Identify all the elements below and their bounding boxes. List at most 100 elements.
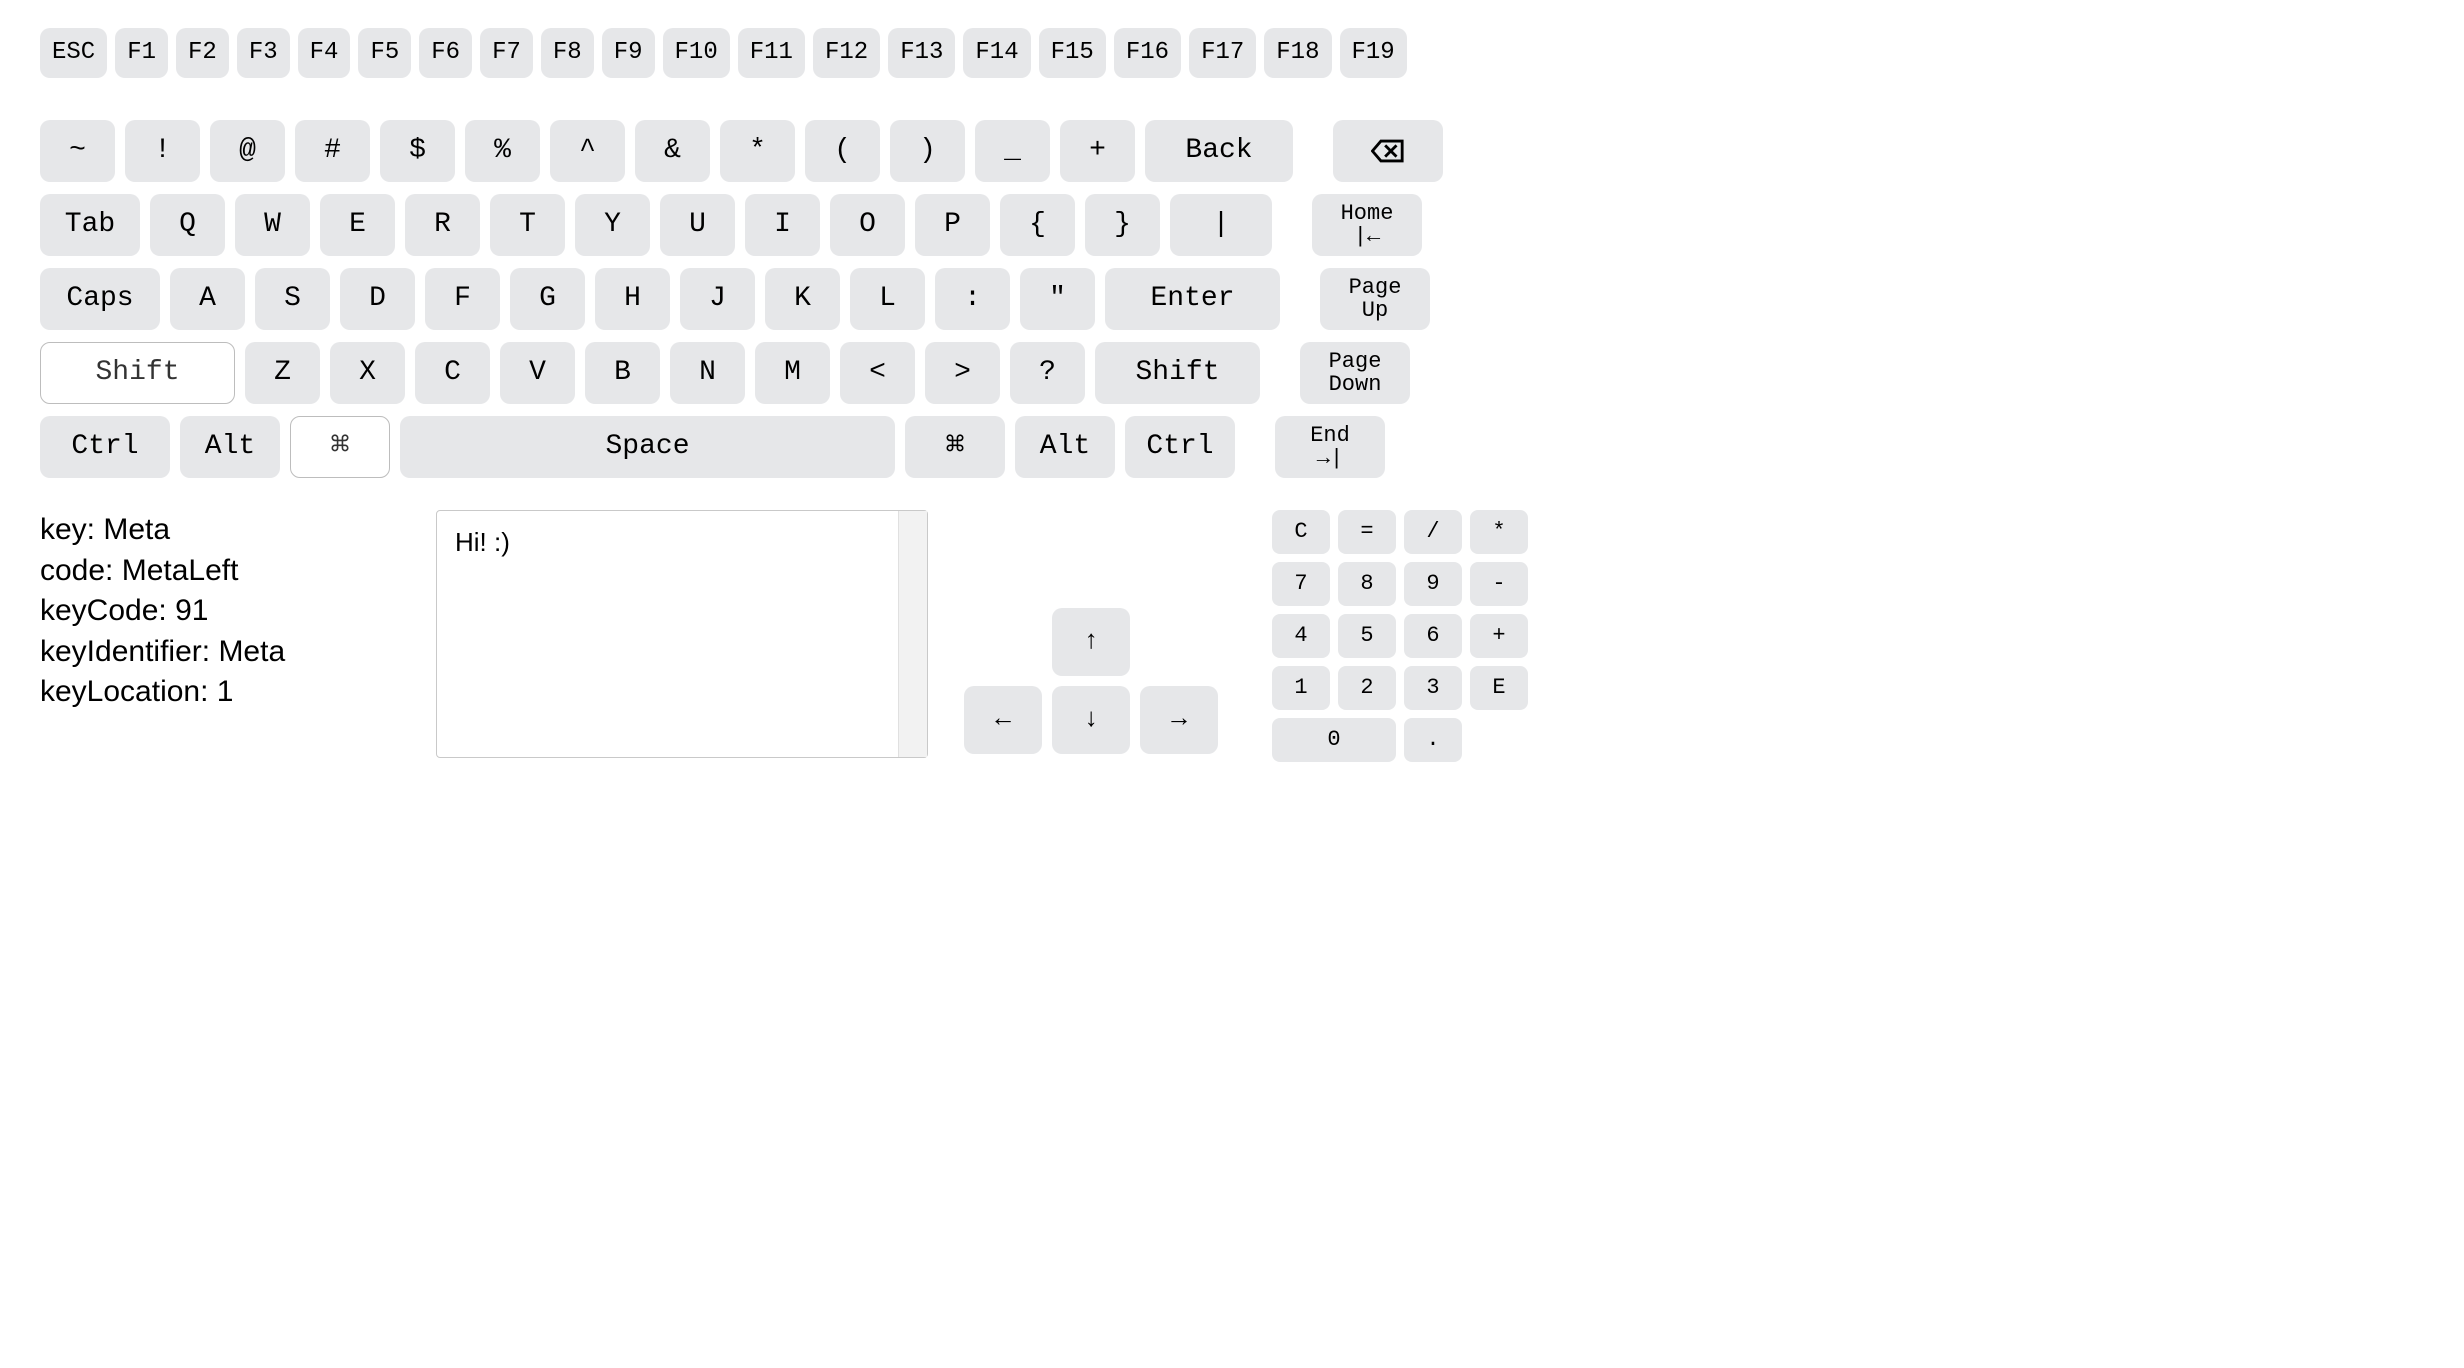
key-t[interactable]: T xyxy=(490,194,565,256)
ctrl-left-key[interactable]: Ctrl xyxy=(40,416,170,478)
arrow-down-key[interactable]: ↓ xyxy=(1052,686,1130,754)
f5-key[interactable]: F5 xyxy=(358,28,411,78)
backspace-key[interactable]: Back xyxy=(1145,120,1293,182)
numpad-key-sym[interactable]: = xyxy=(1338,510,1396,554)
f14-key[interactable]: F14 xyxy=(963,28,1030,78)
key-sym[interactable]: ! xyxy=(125,120,200,182)
numpad-key-3[interactable]: 3 xyxy=(1404,666,1462,710)
space-key[interactable]: Space xyxy=(400,416,895,478)
key-v[interactable]: V xyxy=(500,342,575,404)
key-p[interactable]: P xyxy=(915,194,990,256)
key-sym[interactable]: { xyxy=(1000,194,1075,256)
numpad-key-8[interactable]: 8 xyxy=(1338,562,1396,606)
key-sym[interactable]: | xyxy=(1170,194,1272,256)
f2-key[interactable]: F2 xyxy=(176,28,229,78)
numpad-key-sym[interactable]: * xyxy=(1470,510,1528,554)
key-sym[interactable]: $ xyxy=(380,120,455,182)
escape-key[interactable]: ESC xyxy=(40,28,107,78)
key-sym[interactable]: ) xyxy=(890,120,965,182)
key-m[interactable]: M xyxy=(755,342,830,404)
key-d[interactable]: D xyxy=(340,268,415,330)
meta-right-key[interactable]: ⌘ xyxy=(905,416,1005,478)
key-y[interactable]: Y xyxy=(575,194,650,256)
numpad-key-sym[interactable]: - xyxy=(1470,562,1528,606)
key-sym[interactable]: + xyxy=(1060,120,1135,182)
key-sym[interactable]: } xyxy=(1085,194,1160,256)
shift-right-key[interactable]: Shift xyxy=(1095,342,1260,404)
key-r[interactable]: R xyxy=(405,194,480,256)
pageup-key[interactable]: Page Up xyxy=(1320,268,1430,330)
f4-key[interactable]: F4 xyxy=(298,28,351,78)
key-sym[interactable]: ~ xyxy=(40,120,115,182)
key-h[interactable]: H xyxy=(595,268,670,330)
key-sym[interactable]: _ xyxy=(975,120,1050,182)
key-x[interactable]: X xyxy=(330,342,405,404)
key-a[interactable]: A xyxy=(170,268,245,330)
clear-key[interactable] xyxy=(1333,120,1443,182)
enter-key[interactable]: Enter xyxy=(1105,268,1280,330)
f10-key[interactable]: F10 xyxy=(663,28,730,78)
key-e[interactable]: E xyxy=(320,194,395,256)
numpad-key-dot[interactable]: . xyxy=(1404,718,1462,762)
key-sym[interactable]: * xyxy=(720,120,795,182)
key-k[interactable]: K xyxy=(765,268,840,330)
output-textarea[interactable]: Hi! :) xyxy=(436,510,928,758)
f3-key[interactable]: F3 xyxy=(237,28,290,78)
key-w[interactable]: W xyxy=(235,194,310,256)
numpad-key-4[interactable]: 4 xyxy=(1272,614,1330,658)
key-g[interactable]: G xyxy=(510,268,585,330)
key-s[interactable]: S xyxy=(255,268,330,330)
numpad-key-5[interactable]: 5 xyxy=(1338,614,1396,658)
ctrl-right-key[interactable]: Ctrl xyxy=(1125,416,1235,478)
key-sym[interactable]: ( xyxy=(805,120,880,182)
meta-left-key[interactable]: ⌘ xyxy=(290,416,390,478)
arrow-right-key[interactable]: → xyxy=(1140,686,1218,754)
f15-key[interactable]: F15 xyxy=(1039,28,1106,78)
numpad-key-1[interactable]: 1 xyxy=(1272,666,1330,710)
key-sym[interactable]: : xyxy=(935,268,1010,330)
key-i[interactable]: I xyxy=(745,194,820,256)
numpad-key-9[interactable]: 9 xyxy=(1404,562,1462,606)
capslock-key[interactable]: Caps xyxy=(40,268,160,330)
numpad-key-c[interactable]: C xyxy=(1272,510,1330,554)
f11-key[interactable]: F11 xyxy=(738,28,805,78)
key-sym[interactable]: ? xyxy=(1010,342,1085,404)
end-key[interactable]: End →| xyxy=(1275,416,1385,478)
numpad-key-e[interactable]: E xyxy=(1470,666,1528,710)
f13-key[interactable]: F13 xyxy=(888,28,955,78)
f12-key[interactable]: F12 xyxy=(813,28,880,78)
f1-key[interactable]: F1 xyxy=(115,28,168,78)
f8-key[interactable]: F8 xyxy=(541,28,594,78)
pagedown-key[interactable]: Page Down xyxy=(1300,342,1410,404)
key-c[interactable]: C xyxy=(415,342,490,404)
key-q[interactable]: Q xyxy=(150,194,225,256)
key-sym[interactable]: ^ xyxy=(550,120,625,182)
numpad-key-6[interactable]: 6 xyxy=(1404,614,1462,658)
f18-key[interactable]: F18 xyxy=(1264,28,1331,78)
key-sym[interactable]: & xyxy=(635,120,710,182)
numpad-key-7[interactable]: 7 xyxy=(1272,562,1330,606)
arrow-up-key[interactable]: ↑ xyxy=(1052,608,1130,676)
arrow-left-key[interactable]: ← xyxy=(964,686,1042,754)
home-key[interactable]: Home |← xyxy=(1312,194,1422,256)
key-sym[interactable]: > xyxy=(925,342,1000,404)
key-o[interactable]: O xyxy=(830,194,905,256)
tab-key[interactable]: Tab xyxy=(40,194,140,256)
numpad-key-2[interactable]: 2 xyxy=(1338,666,1396,710)
key-n[interactable]: N xyxy=(670,342,745,404)
f19-key[interactable]: F19 xyxy=(1340,28,1407,78)
numpad-key-sym[interactable]: + xyxy=(1470,614,1528,658)
key-sym[interactable]: < xyxy=(840,342,915,404)
alt-right-key[interactable]: Alt xyxy=(1015,416,1115,478)
f7-key[interactable]: F7 xyxy=(480,28,533,78)
key-sym[interactable]: % xyxy=(465,120,540,182)
key-f[interactable]: F xyxy=(425,268,500,330)
numpad-key-0[interactable]: 0 xyxy=(1272,718,1396,762)
key-l[interactable]: L xyxy=(850,268,925,330)
shift-left-key[interactable]: Shift xyxy=(40,342,235,404)
key-z[interactable]: Z xyxy=(245,342,320,404)
numpad-key-sym[interactable]: / xyxy=(1404,510,1462,554)
key-sym[interactable]: @ xyxy=(210,120,285,182)
key-j[interactable]: J xyxy=(680,268,755,330)
f16-key[interactable]: F16 xyxy=(1114,28,1181,78)
